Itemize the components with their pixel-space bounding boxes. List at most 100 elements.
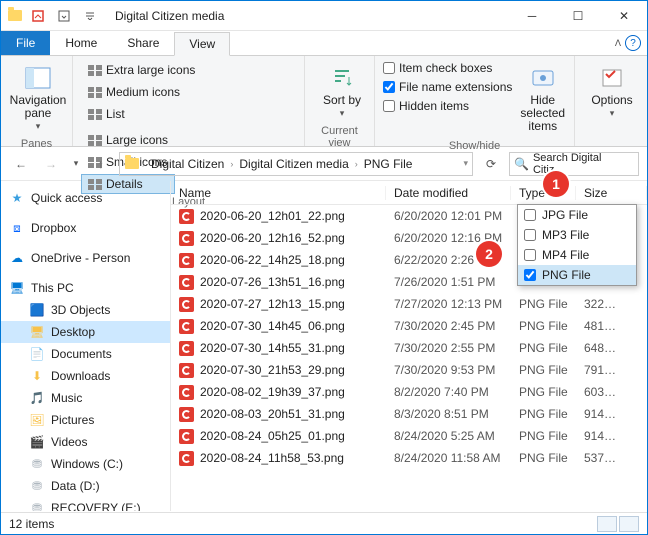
layout-medium[interactable]: Medium icons (81, 82, 202, 102)
file-row[interactable]: 2020-08-02_19h39_37.png8/2/2020 7:40 PMP… (171, 381, 647, 403)
tab-home[interactable]: Home (50, 31, 112, 55)
ribbon-tabs: File Home Share View ᐱ ? (1, 31, 647, 55)
png-file-icon (179, 341, 194, 356)
ribbon-collapse-icon[interactable]: ᐱ (615, 38, 621, 49)
folder-icon: 🖼 (29, 412, 45, 428)
qat-dropdown-icon[interactable] (53, 5, 75, 27)
filter-option[interactable]: PNG File (518, 265, 636, 285)
close-button[interactable]: ✕ (601, 1, 647, 31)
tree-quick-access[interactable]: ★Quick access (1, 187, 170, 209)
tree-onedrive[interactable]: ☁OneDrive - Person (1, 247, 170, 269)
folder-icon: 🟦 (29, 302, 45, 318)
help-icon[interactable]: ? (625, 35, 641, 51)
options-icon (598, 64, 626, 92)
tree-item[interactable]: ⛃RECOVERY (E:) (1, 497, 170, 511)
drive-icon: ⛃ (29, 456, 45, 472)
file-row[interactable]: 2020-08-24_11h58_53.png8/24/2020 11:58 A… (171, 447, 647, 469)
callout-2: 2 (476, 241, 502, 267)
folder-icon: 🎵 (29, 390, 45, 406)
chevron-down-icon: ▾ (36, 122, 41, 132)
png-file-icon (179, 451, 194, 466)
nav-tree[interactable]: ★Quick access ⧈Dropbox ☁OneDrive - Perso… (1, 181, 171, 511)
tree-item[interactable]: 📄Documents (1, 343, 170, 365)
png-file-icon (179, 253, 194, 268)
file-row[interactable]: 2020-08-24_05h25_01.png8/24/2020 5:25 AM… (171, 425, 647, 447)
refresh-button[interactable]: ⟳ (479, 152, 503, 176)
tree-item[interactable]: 🎵Music (1, 387, 170, 409)
status-bar: 12 items (1, 512, 647, 534)
col-date[interactable]: Date modified (386, 186, 511, 200)
png-file-icon (179, 209, 194, 224)
crumb-2[interactable]: PNG File (360, 157, 417, 171)
tree-item[interactable]: ⛃Windows (C:) (1, 453, 170, 475)
forward-button[interactable]: → (39, 152, 63, 176)
folder-icon: 🎬 (29, 434, 45, 450)
folder-icon: 🖥 (29, 324, 45, 340)
file-row[interactable]: 2020-07-30_14h45_06.png7/30/2020 2:45 PM… (171, 315, 647, 337)
drive-icon: ⛃ (29, 500, 45, 511)
file-row[interactable]: 2020-08-03_20h51_31.png8/3/2020 8:51 PMP… (171, 403, 647, 425)
search-box[interactable]: 🔍 Search Digital Citiz... (509, 152, 639, 176)
png-file-icon (179, 407, 194, 422)
maximize-button[interactable]: ☐ (555, 1, 601, 31)
chk-hidden-items[interactable]: Hidden items (383, 98, 512, 114)
qat-properties-icon[interactable] (27, 5, 49, 27)
chk-item-checkboxes[interactable]: Item check boxes (383, 60, 512, 76)
callout-1: 1 (543, 171, 569, 197)
tree-item[interactable]: ⬇Downloads (1, 365, 170, 387)
minimize-button[interactable]: ─ (509, 1, 555, 31)
png-file-icon (179, 297, 194, 312)
folder-icon (124, 156, 140, 172)
tree-item[interactable]: ⛃Data (D:) (1, 475, 170, 497)
file-row[interactable]: 2020-07-30_21h53_29.png7/30/2020 9:53 PM… (171, 359, 647, 381)
back-button[interactable]: ← (9, 152, 33, 176)
options-button[interactable]: Options▾ (583, 60, 641, 123)
crumb-0[interactable]: Digital Citizen (147, 157, 228, 171)
tree-this-pc[interactable]: 🖥This PC (1, 277, 170, 299)
tree-dropbox[interactable]: ⧈Dropbox (1, 217, 170, 239)
window-title: Digital Citizen media (115, 9, 509, 23)
qat-overflow-icon[interactable] (79, 5, 101, 27)
png-file-icon (179, 231, 194, 246)
col-size[interactable]: Size (576, 186, 647, 200)
view-details-icon[interactable] (597, 516, 617, 532)
folder-icon (7, 8, 23, 24)
tab-view[interactable]: View (174, 32, 230, 56)
view-thumbnails-icon[interactable] (619, 516, 639, 532)
address-bar[interactable]: › Digital Citizen› Digital Citizen media… (119, 152, 473, 176)
crumb-1[interactable]: Digital Citizen media (235, 157, 352, 171)
item-count: 12 items (9, 517, 54, 531)
layout-extra-large[interactable]: Extra large icons (81, 60, 202, 80)
tab-share[interactable]: Share (112, 31, 174, 55)
filter-option[interactable]: JPG File (518, 205, 636, 225)
file-row[interactable]: 2020-07-30_14h55_31.png7/30/2020 2:55 PM… (171, 337, 647, 359)
png-file-icon (179, 385, 194, 400)
file-row[interactable]: 2020-07-27_12h13_15.png7/27/2020 12:13 P… (171, 293, 647, 315)
tab-file[interactable]: File (1, 31, 50, 55)
filter-option[interactable]: MP3 File (518, 225, 636, 245)
tree-item[interactable]: 🎬Videos (1, 431, 170, 453)
filter-option[interactable]: MP4 File (518, 245, 636, 265)
tree-item[interactable]: 🖥Desktop (1, 321, 170, 343)
png-file-icon (179, 429, 194, 444)
png-file-icon (179, 275, 194, 290)
type-filter-dropdown[interactable]: JPG FileMP3 FileMP4 FilePNG File (517, 204, 637, 286)
up-button[interactable]: ↑ (89, 152, 113, 176)
folder-icon: 📄 (29, 346, 45, 362)
cloud-icon: ☁ (9, 250, 25, 266)
col-name[interactable]: Name (171, 186, 386, 200)
address-dropdown-icon[interactable]: ▾ (463, 158, 468, 169)
recent-dropdown[interactable]: ▾ (69, 152, 83, 176)
tree-item[interactable]: 🖼Pictures (1, 409, 170, 431)
sort-by-button[interactable]: Sort by▾ (313, 60, 371, 123)
tree-item[interactable]: 🟦3D Objects (1, 299, 170, 321)
layout-list[interactable]: List (81, 104, 202, 124)
hide-icon (529, 64, 557, 92)
png-file-icon (179, 363, 194, 378)
navigation-pane-button[interactable]: Navigation pane ▾ (9, 60, 67, 136)
chk-file-extensions[interactable]: File name extensions (383, 79, 512, 95)
file-list: Name Date modified Type ⅴ Size 2020-06-2… (171, 181, 647, 511)
layout-large[interactable]: Large icons (81, 130, 175, 150)
hide-selected-button[interactable]: Hide selected items (518, 60, 567, 138)
png-file-icon (179, 319, 194, 334)
